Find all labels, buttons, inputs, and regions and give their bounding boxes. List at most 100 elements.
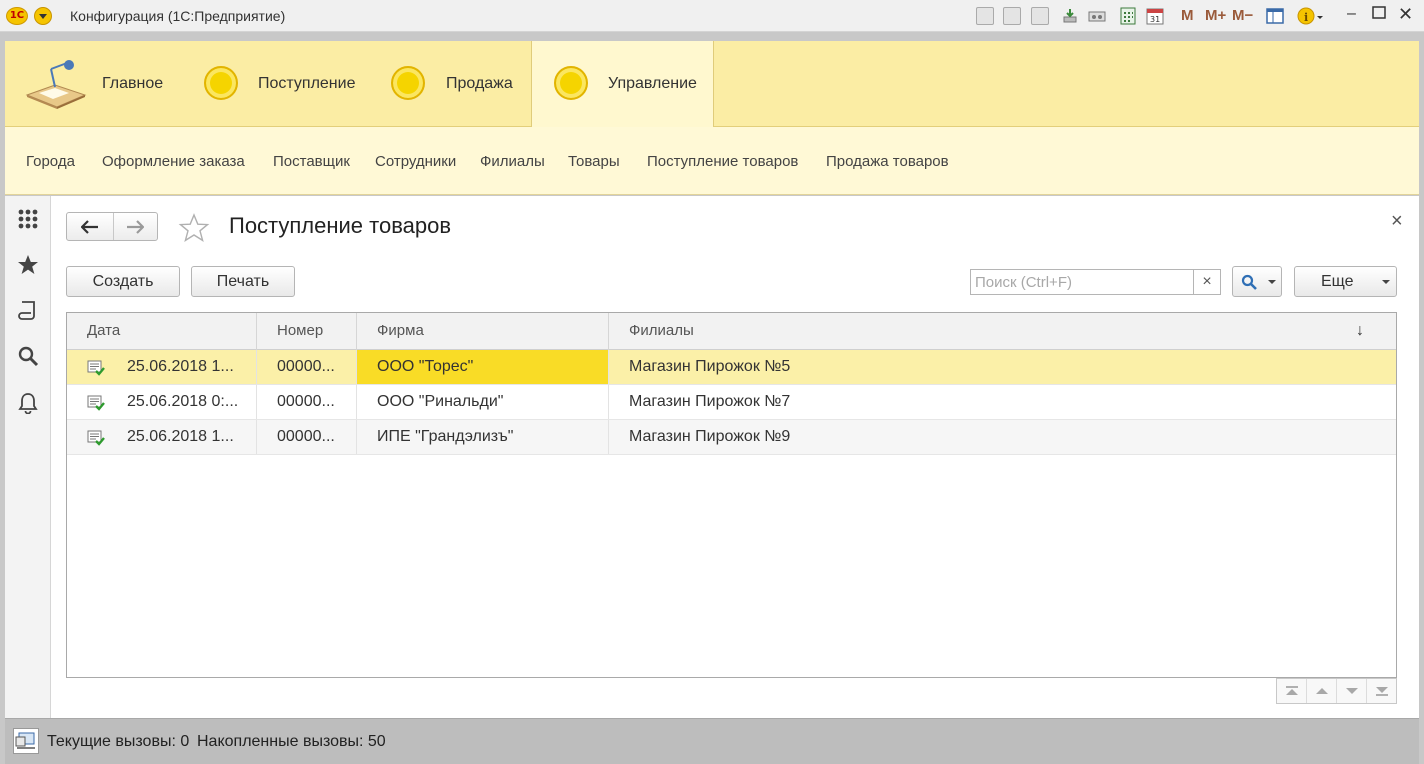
column-firm[interactable]: Фирма [357,313,609,350]
posted-document-icon [87,395,105,411]
scroll-to-bottom-button[interactable] [1367,679,1397,703]
scroll-bottom-icon [1376,687,1388,696]
cell-date: 25.06.2018 0:... [127,385,257,419]
memory-m-button[interactable]: M [1181,7,1194,24]
calculator-icon[interactable] [1119,7,1137,25]
cell-firm: ООО "Торес" [357,350,609,384]
current-calls-label: Текущие вызовы: 0 [47,733,190,750]
chevron-down-icon [1382,280,1390,284]
scroll-top-icon [1286,686,1298,695]
section-label: Управление [608,75,697,92]
posted-document-icon [87,360,105,376]
cell-number: 00000... [257,385,357,419]
column-number[interactable]: Номер [257,313,357,350]
desk-lamp-icon [25,60,87,109]
command-employees[interactable]: Сотрудники [375,153,456,170]
save-icon[interactable] [976,7,994,25]
maximize-button[interactable] [1372,6,1386,25]
notifications-bell-icon[interactable] [17,392,39,414]
form-window: Поступление товаров × Создать Печать × Е… [51,196,1419,718]
cell-date: 25.06.2018 1... [127,350,257,384]
window-title-bar: 1С Конфигурация (1С:Предприятие) 31 M M+… [0,0,1424,32]
link-icon[interactable] [1061,7,1079,25]
navigation-buttons [66,212,158,241]
accumulated-calls-label: Накопленные вызовы: 50 [197,733,386,750]
command-order[interactable]: Оформление заказа [102,153,245,170]
print-icon[interactable] [1003,7,1021,25]
svg-text:i: i [1304,11,1308,24]
scroll-to-top-button[interactable] [1277,679,1307,703]
form-title: Поступление товаров [229,213,452,238]
history-icon[interactable] [17,299,39,321]
sort-arrow-icon[interactable]: ↓ [1356,313,1364,349]
forward-arrow-icon[interactable] [126,220,144,234]
form-close-button[interactable]: × [1391,210,1403,233]
documents-table: Дата Номер Фирма Филиалы ↓ 25.06.2018 1.… [66,312,1397,678]
create-button[interactable]: Создать [66,266,180,297]
memory-minus-button[interactable]: M− [1232,7,1253,24]
info-icon[interactable]: i [1297,7,1323,25]
print-button[interactable]: Печать [191,266,295,297]
search-field [970,269,1194,295]
cell-date: 25.06.2018 1... [127,420,257,454]
coin-icon [554,66,588,100]
favorites-star-icon[interactable] [17,254,39,276]
command-goods[interactable]: Товары [568,153,620,170]
back-arrow-icon[interactable] [81,220,99,234]
scroll-down-button[interactable] [1337,679,1367,703]
section-main[interactable]: Главное [5,41,185,127]
more-button[interactable]: Еще [1294,266,1397,297]
chevron-down-icon [1268,280,1276,284]
command-branches[interactable]: Филиалы [480,153,545,170]
table-row[interactable]: 25.06.2018 0:... 00000... ООО "Ринальди"… [67,385,1396,420]
window-close-button[interactable]: ✕ [1398,4,1413,25]
command-goods-sale[interactable]: Продажа товаров [826,153,949,170]
command-goods-receipt[interactable]: Поступление товаров [647,153,798,170]
main-menu-button[interactable] [34,7,52,25]
section-sales[interactable]: Продажа [373,41,531,127]
memory-plus-button[interactable]: M+ [1205,7,1226,24]
column-date[interactable]: Дата [67,313,257,350]
sections-panel: Главное Поступление Продажа Управление [5,41,1419,127]
apps-grid-icon[interactable] [17,208,39,230]
section-management[interactable]: Управление [531,41,714,127]
cell-firm: ИПЕ "Грандэлизъ" [357,420,609,454]
commands-panel: Города Оформление заказа Поставщик Сотру… [5,127,1419,195]
left-toolbar [5,196,51,718]
command-supplier[interactable]: Поставщик [273,153,350,170]
cell-number: 00000... [257,350,357,384]
app-logo-icon: 1С [6,7,28,25]
posted-document-icon [87,430,105,446]
section-incoming[interactable]: Поступление [185,41,373,127]
column-branches-label: Филиалы [629,322,694,339]
panels-icon[interactable] [1266,7,1284,25]
minimize-button[interactable]: – [1347,5,1356,23]
more-label: Еще [1321,273,1354,290]
scroll-up-icon [1316,688,1328,694]
search-input[interactable] [971,270,1193,294]
svg-text:31: 31 [1150,15,1160,24]
compare-icon[interactable] [1088,7,1106,25]
command-cities[interactable]: Города [26,153,75,170]
table-header: Дата Номер Фирма Филиалы ↓ [67,313,1396,350]
column-branches[interactable]: Филиалы ↓ [609,313,1396,350]
favorite-star-icon[interactable] [178,213,210,243]
coin-icon [204,66,238,100]
table-row[interactable]: 25.06.2018 1... 00000... ИПЕ "Грандэлизъ… [67,420,1396,455]
server-calls-icon[interactable] [13,728,39,754]
calendar-icon[interactable]: 31 [1146,7,1164,25]
search-options-button[interactable] [1232,266,1282,297]
scroll-down-icon [1346,688,1358,694]
section-label: Поступление [258,75,356,92]
scroll-up-button[interactable] [1307,679,1337,703]
cell-firm: ООО "Ринальди" [357,385,609,419]
window-title: Конфигурация (1С:Предприятие) [70,8,286,24]
search-clear-button[interactable]: × [1194,269,1221,295]
section-label: Продажа [446,75,513,92]
coin-icon [391,66,425,100]
search-icon[interactable] [17,345,39,367]
preview-icon[interactable] [1031,7,1049,25]
section-label: Главное [102,75,164,92]
table-row[interactable]: 25.06.2018 1... 00000... ООО "Торес" Маг… [67,350,1396,385]
table-scroll-buttons [1276,678,1397,704]
